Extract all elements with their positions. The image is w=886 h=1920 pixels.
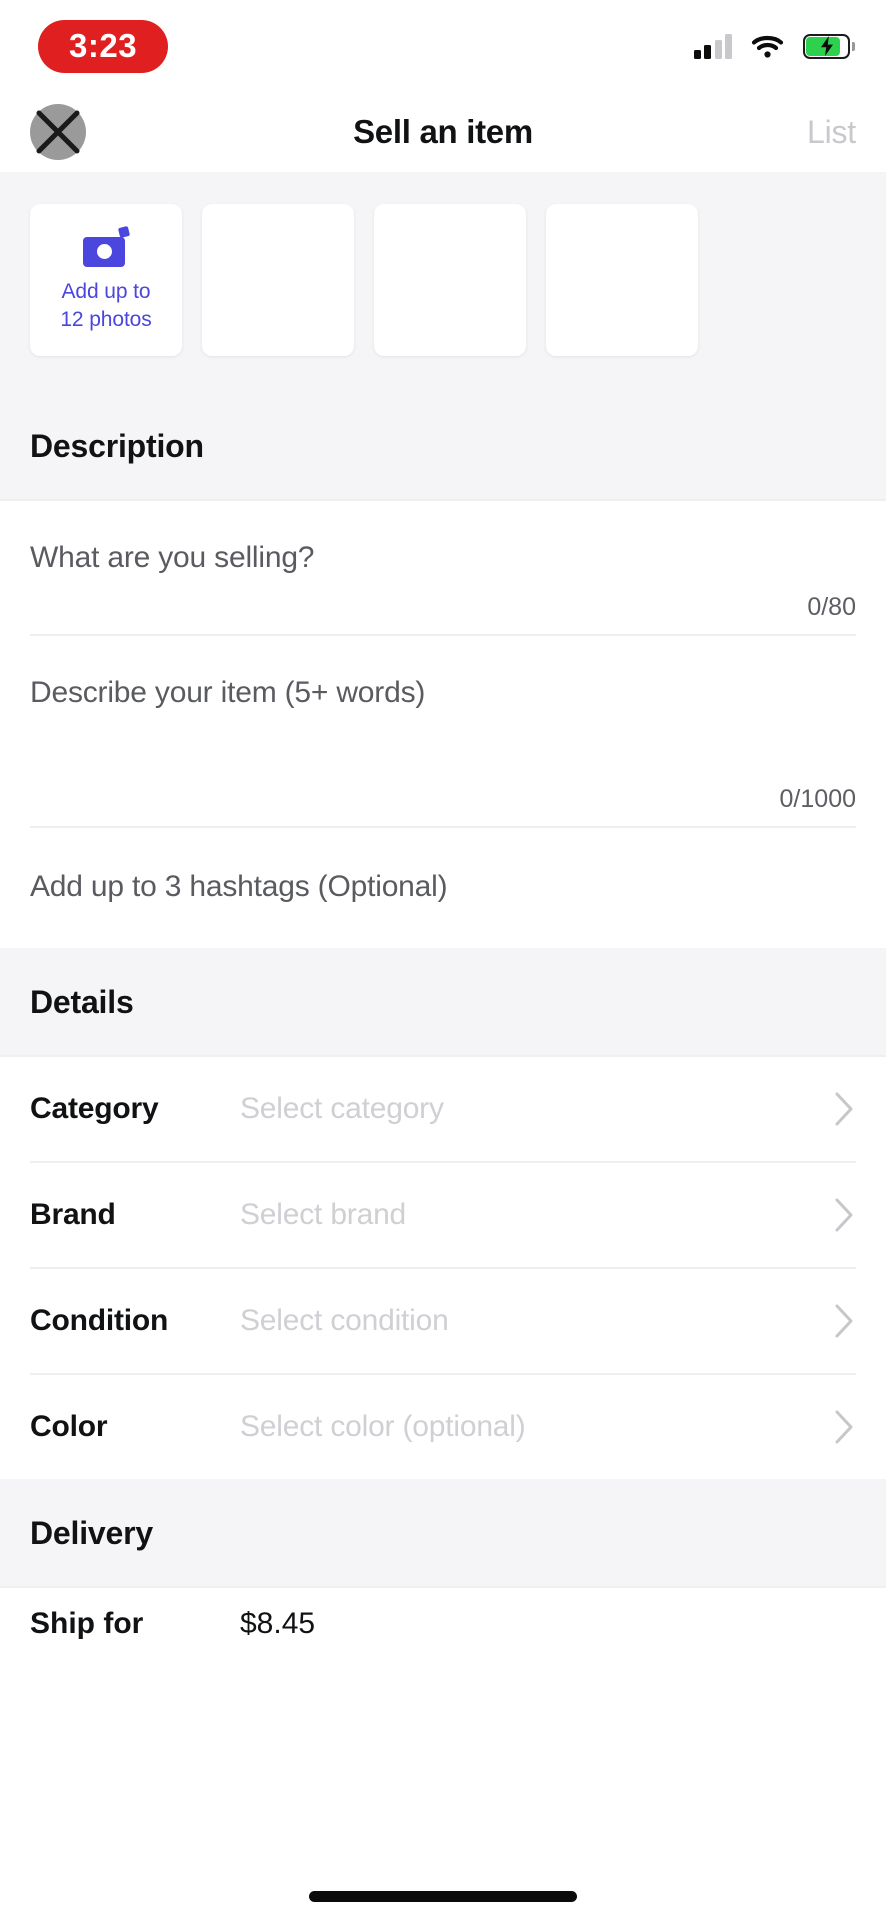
home-indicator <box>309 1891 577 1902</box>
description-fields: What are you selling? 0/80 Describe your… <box>0 501 886 948</box>
photo-slot-empty[interactable] <box>374 204 526 356</box>
description-section-header: Description <box>0 392 886 499</box>
delivery-row-ship-for[interactable]: Ship for $8.45 <box>0 1588 886 1660</box>
details-section-header: Details <box>0 948 886 1055</box>
detail-label: Category <box>30 1092 159 1125</box>
list-button[interactable]: List <box>807 114 856 151</box>
item-title-placeholder: What are you selling? <box>30 541 315 574</box>
item-description-placeholder: Describe your item (5+ words) <box>30 676 426 709</box>
photo-strip: Add up to 12 photos <box>0 172 886 392</box>
battery-charging-icon <box>803 33 855 59</box>
detail-row-category[interactable]: Category Select category <box>0 1057 886 1161</box>
delivery-value: $8.45 <box>240 1607 316 1640</box>
close-icon[interactable] <box>30 104 86 160</box>
chevron-right-icon <box>832 1196 856 1234</box>
detail-label: Brand <box>30 1198 116 1231</box>
nav-bar: Sell an item List <box>0 92 886 172</box>
add-photos-label-line1: Add up to <box>61 279 151 303</box>
delivery-section-header: Delivery <box>0 1479 886 1586</box>
hashtags-field[interactable]: Add up to 3 hashtags (Optional) <box>0 828 886 948</box>
item-title-field[interactable]: What are you selling? 0/80 <box>0 501 886 634</box>
add-photos-tile[interactable]: Add up to 12 photos <box>30 204 182 356</box>
details-heading: Details <box>30 984 134 1020</box>
add-photos-label-line2: 12 photos <box>60 307 152 331</box>
photo-slot-empty[interactable] <box>546 204 698 356</box>
detail-row-condition[interactable]: Condition Select condition <box>0 1269 886 1373</box>
camera-icon <box>83 225 131 267</box>
item-description-field[interactable]: Describe your item (5+ words) 0/1000 <box>0 636 886 826</box>
hashtags-placeholder: Add up to 3 hashtags (Optional) <box>30 870 448 903</box>
phone-screen: 3:23 Sell an item List Add up to 12 phot… <box>0 0 886 1920</box>
chevron-right-icon <box>832 1090 856 1128</box>
detail-row-brand[interactable]: Brand Select brand <box>0 1163 886 1267</box>
photo-slot-empty[interactable] <box>202 204 354 356</box>
detail-value: Select condition <box>240 1304 449 1337</box>
detail-label: Color <box>30 1410 108 1443</box>
status-icons <box>693 33 855 59</box>
add-photos-label: Add up to 12 photos <box>60 278 151 333</box>
status-bar: 3:23 <box>0 0 886 92</box>
cellular-signal-icon <box>693 33 732 59</box>
wifi-icon <box>751 34 784 59</box>
detail-value: Select brand <box>240 1198 407 1231</box>
item-title-counter: 0/80 <box>807 593 856 621</box>
form-scroll-area[interactable]: Add up to 12 photos Description What are… <box>0 172 886 1920</box>
delivery-label: Ship for <box>30 1607 144 1640</box>
status-time: 3:23 <box>38 19 169 73</box>
detail-label: Condition <box>30 1304 169 1337</box>
delivery-heading: Delivery <box>30 1515 153 1551</box>
details-rows: Category Select category Brand Select br… <box>0 1057 886 1479</box>
page-title: Sell an item <box>353 113 533 150</box>
detail-value: Select category <box>240 1092 444 1125</box>
chevron-right-icon <box>832 1408 856 1446</box>
detail-row-color[interactable]: Color Select color (optional) <box>0 1375 886 1479</box>
description-heading: Description <box>30 428 204 464</box>
item-description-counter: 0/1000 <box>779 785 856 813</box>
chevron-right-icon <box>832 1302 856 1340</box>
detail-value: Select color (optional) <box>240 1410 526 1443</box>
